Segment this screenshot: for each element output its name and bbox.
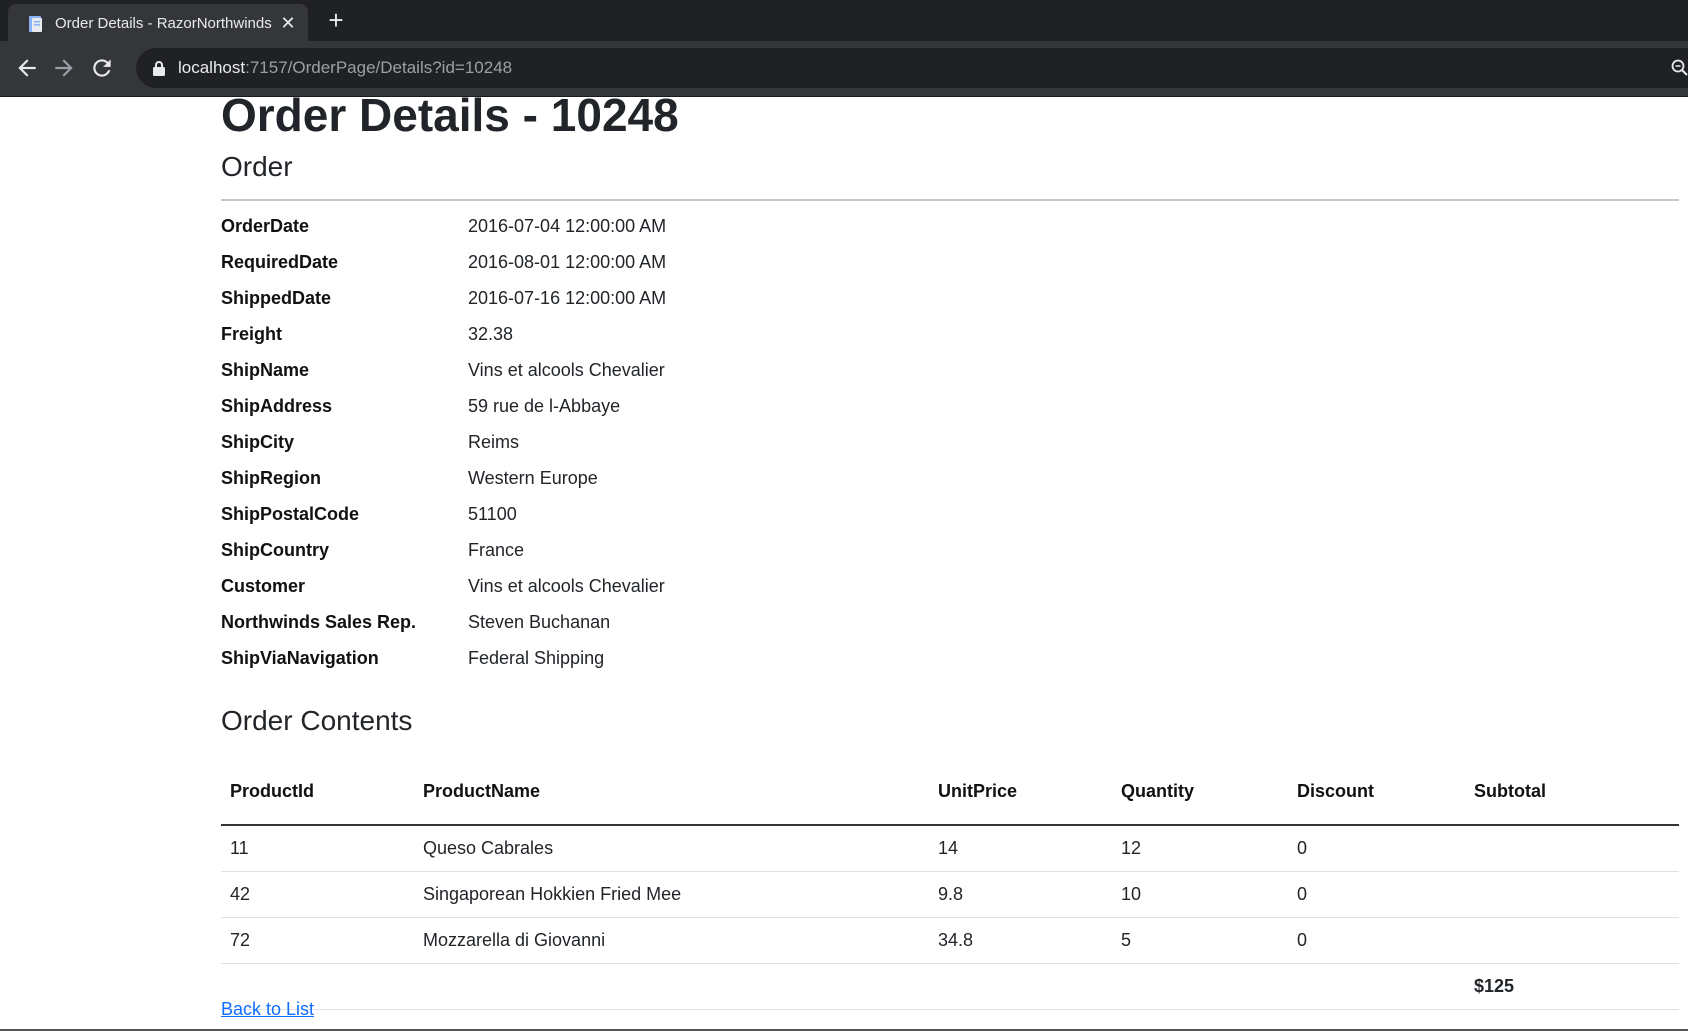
field-label: ShipViaNavigation: [221, 648, 379, 668]
cell-quantity: 5: [1112, 917, 1288, 964]
cell-quantity: 12: [1112, 825, 1288, 872]
field-label: ShipAddress: [221, 396, 333, 416]
order-field-row: Freight 32.38: [221, 324, 1121, 360]
order-field-row: RequiredDate 2016-08-01 12:00:00 AM: [221, 252, 1121, 288]
order-field-row: ShipCity Reims: [221, 432, 1121, 468]
cell-unitprice: 9.8: [929, 871, 1112, 918]
cell-productid: 42: [221, 871, 414, 918]
field-value: Federal Shipping: [468, 648, 605, 668]
order-field-row: ShipAddress 59 rue de l-Abbaye: [221, 396, 1121, 432]
cell-subtotal: [1465, 917, 1679, 964]
zoom-icon[interactable]: [1671, 59, 1688, 76]
field-label: ShipCountry: [221, 540, 329, 560]
tab-title: Order Details - RazorNorthwinds: [55, 15, 272, 32]
order-field-row: OrderDate 2016-07-04 12:00:00 AM: [221, 216, 1121, 252]
cell-productname: Singaporean Hokkien Fried Mee: [414, 871, 929, 918]
field-label: Freight: [221, 324, 282, 344]
field-value: 2016-07-16 12:00:00 AM: [468, 288, 667, 308]
back-arrow-icon[interactable]: [14, 55, 40, 81]
field-value: 2016-07-04 12:00:00 AM: [468, 216, 667, 236]
column-header-quantity: Quantity: [1112, 758, 1288, 826]
cell-discount: 0: [1288, 917, 1465, 964]
field-value: 51100: [468, 504, 517, 524]
cell-discount: 0: [1288, 871, 1465, 918]
field-label: ShipPostalCode: [221, 504, 360, 524]
field-label: RequiredDate: [221, 252, 339, 272]
field-value: Vins et alcools Chevalier: [468, 360, 665, 380]
field-label: Customer: [221, 576, 306, 596]
reload-icon[interactable]: [89, 55, 115, 81]
empty-cell: [929, 963, 1112, 1010]
cell-unitprice: 14: [929, 825, 1112, 872]
contents-title: Order Contents: [221, 705, 413, 736]
url-host: localhost: [178, 58, 246, 77]
order-contents-table: ProductId ProductName UnitPrice Quantity…: [221, 758, 1679, 1010]
field-value: 2016-08-01 12:00:00 AM: [468, 252, 667, 272]
cell-discount: 0: [1288, 825, 1465, 872]
order-field-row: ShipName Vins et alcools Chevalier: [221, 360, 1121, 396]
order-field-row: ShipCountry France: [221, 540, 1121, 576]
page-title: Order Details - 10248: [221, 89, 679, 141]
field-value: Vins et alcools Chevalier: [468, 576, 665, 596]
field-value: Western Europe: [468, 468, 598, 488]
url-path: :7157/OrderPage/Details?id=10248: [245, 58, 513, 77]
field-value: France: [468, 540, 525, 560]
table-row: 72 Mozzarella di Giovanni 34.8 5 0: [221, 917, 1679, 964]
cell-quantity: 10: [1112, 871, 1288, 918]
table-row: 42 Singaporean Hokkien Fried Mee 9.8 10 …: [221, 871, 1679, 918]
order-total: $125: [1465, 963, 1679, 1010]
field-value: Steven Buchanan: [468, 612, 611, 632]
order-field-row: ShipRegion Western Europe: [221, 468, 1121, 504]
column-header-productname: ProductName: [414, 758, 929, 826]
order-field-row: ShipViaNavigation Federal Shipping: [221, 648, 1121, 684]
field-label: Northwinds Sales Rep.: [221, 612, 417, 632]
empty-cell: [1288, 963, 1465, 1010]
order-field-row: Customer Vins et alcools Chevalier: [221, 576, 1121, 612]
cell-unitprice: 34.8: [929, 917, 1112, 964]
field-value: 59 rue de l-Abbaye: [468, 396, 621, 416]
divider: [221, 199, 1679, 201]
cell-subtotal: [1465, 825, 1679, 872]
column-header-subtotal: Subtotal: [1465, 758, 1679, 826]
section-title: Order: [221, 151, 293, 182]
cell-productid: 72: [221, 917, 414, 964]
field-label: OrderDate: [221, 216, 310, 236]
column-header-discount: Discount: [1288, 758, 1465, 826]
field-value: 32.38: [468, 324, 514, 344]
forward-arrow-icon[interactable]: [51, 55, 77, 81]
back-to-list-link[interactable]: Back to List: [221, 999, 314, 1020]
empty-cell: [1112, 963, 1288, 1010]
field-label: ShippedDate: [221, 288, 332, 308]
empty-cell: [414, 963, 929, 1010]
new-tab-icon[interactable]: +: [323, 7, 349, 34]
column-header-unitprice: UnitPrice: [929, 758, 1112, 826]
order-field-row: ShippedDate 2016-07-16 12:00:00 AM: [221, 288, 1121, 324]
order-field-row: ShipPostalCode 51100: [221, 504, 1121, 540]
field-label: ShipName: [221, 360, 310, 380]
field-label: ShipCity: [221, 432, 295, 452]
cell-productid: 11: [221, 825, 414, 872]
lock-icon: [153, 61, 165, 76]
page-icon: [29, 16, 42, 32]
total-row: $125: [221, 963, 1679, 1010]
browser-tab[interactable]: Order Details - RazorNorthwinds ✕: [8, 4, 308, 41]
field-value: Reims: [468, 432, 520, 452]
cell-productname: Mozzarella di Giovanni: [414, 917, 929, 964]
url-text: localhost:7157/OrderPage/Details?id=1024…: [178, 58, 512, 78]
table-row: 11 Queso Cabrales 14 12 0: [221, 825, 1679, 872]
browser-tab-strip: Order Details - RazorNorthwinds ✕ +: [0, 0, 1688, 41]
table-header-row: ProductId ProductName UnitPrice Quantity…: [221, 758, 1679, 826]
cell-subtotal: [1465, 871, 1679, 918]
field-label: ShipRegion: [221, 468, 321, 488]
close-tab-icon[interactable]: ✕: [278, 13, 298, 33]
cell-productname: Queso Cabrales: [414, 825, 929, 872]
address-bar[interactable]: localhost:7157/OrderPage/Details?id=1024…: [136, 48, 1688, 88]
column-header-productid: ProductId: [221, 758, 414, 826]
order-field-row: Northwinds Sales Rep. Steven Buchanan: [221, 612, 1121, 648]
